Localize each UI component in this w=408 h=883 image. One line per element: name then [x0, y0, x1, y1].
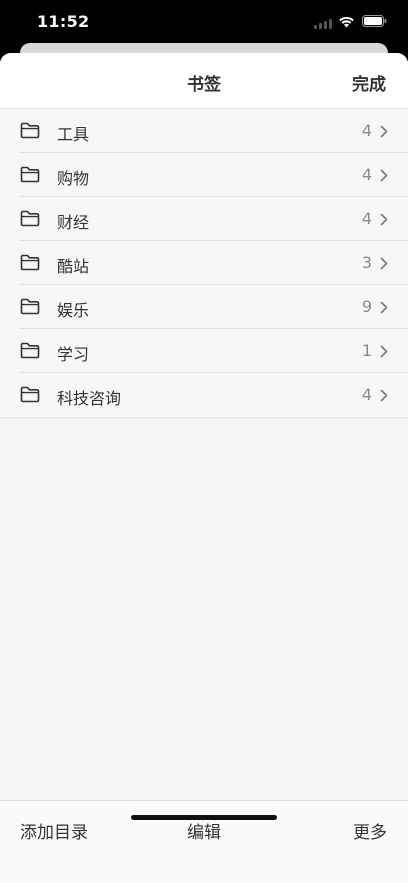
folder-count: 4: [361, 385, 372, 404]
chevron-right-icon: [380, 301, 388, 314]
folder-icon: [20, 210, 40, 227]
cellular-signal-icon: [314, 18, 332, 29]
done-button[interactable]: 完成: [352, 70, 386, 95]
folder-row[interactable]: 购物 4: [0, 153, 408, 197]
folder-label: 工具: [57, 125, 90, 144]
nav-bar: 书签 完成: [0, 53, 408, 109]
chevron-right-icon: [380, 125, 388, 138]
chevron-right-icon: [380, 345, 388, 358]
chevron-right-icon: [380, 257, 388, 270]
folder-row[interactable]: 财经 4: [0, 197, 408, 241]
chevron-right-icon: [380, 389, 388, 402]
edit-button[interactable]: 编辑: [174, 818, 234, 843]
folder-row[interactable]: 娱乐 9: [0, 285, 408, 329]
folder-row[interactable]: 科技咨询 4: [0, 373, 408, 417]
folder-label: 购物: [57, 169, 90, 188]
page-title: 书签: [187, 75, 221, 95]
folder-count: 9: [361, 297, 372, 316]
folder-label: 娱乐: [57, 301, 90, 320]
folder-icon: [20, 254, 40, 271]
folder-label: 财经: [57, 213, 90, 232]
add-folder-button[interactable]: 添加目录: [20, 818, 88, 843]
wifi-icon: [339, 16, 354, 28]
folder-label: 学习: [57, 345, 90, 364]
folder-row[interactable]: 学习 1: [0, 329, 408, 373]
folder-count: 4: [361, 165, 372, 184]
folder-icon: [20, 342, 40, 359]
folder-count: 4: [361, 121, 372, 140]
folder-icon: [20, 122, 40, 139]
folder-label: 科技咨询: [57, 389, 122, 408]
battery-icon: [362, 15, 387, 27]
chevron-right-icon: [380, 169, 388, 182]
folder-row[interactable]: 酷站 3: [0, 241, 408, 285]
folder-icon: [20, 166, 40, 183]
folder-list: 工具 4 购物 4 财经 4 酷站 3 娱乐 9 学习 1 科技咨询 4: [0, 109, 408, 418]
folder-icon: [20, 386, 40, 403]
bookmarks-sheet: 书签 完成 工具 4 购物 4 财经 4 酷站 3 娱乐 9 学习 1 科技咨询 4 添加目录 编辑 更多: [0, 53, 408, 883]
status-bar: 11:52: [0, 0, 408, 44]
folder-label: 酷站: [57, 257, 90, 276]
folder-count: 4: [361, 209, 372, 228]
screen: 11:52 书签 完成 工具 4 购物 4 财经 4 酷站 3 娱乐 9 学习 1 科技咨询 4 添加目录…: [0, 0, 408, 883]
bottom-toolbar: 添加目录 编辑 更多: [0, 800, 408, 883]
chevron-right-icon: [380, 213, 388, 226]
folder-icon: [20, 298, 40, 315]
home-indicator: [131, 815, 277, 820]
more-button[interactable]: 更多: [353, 818, 387, 843]
status-time: 11:52: [37, 12, 90, 31]
folder-count: 3: [361, 253, 372, 272]
folder-count: 1: [361, 341, 372, 360]
folder-row[interactable]: 工具 4: [0, 109, 408, 153]
